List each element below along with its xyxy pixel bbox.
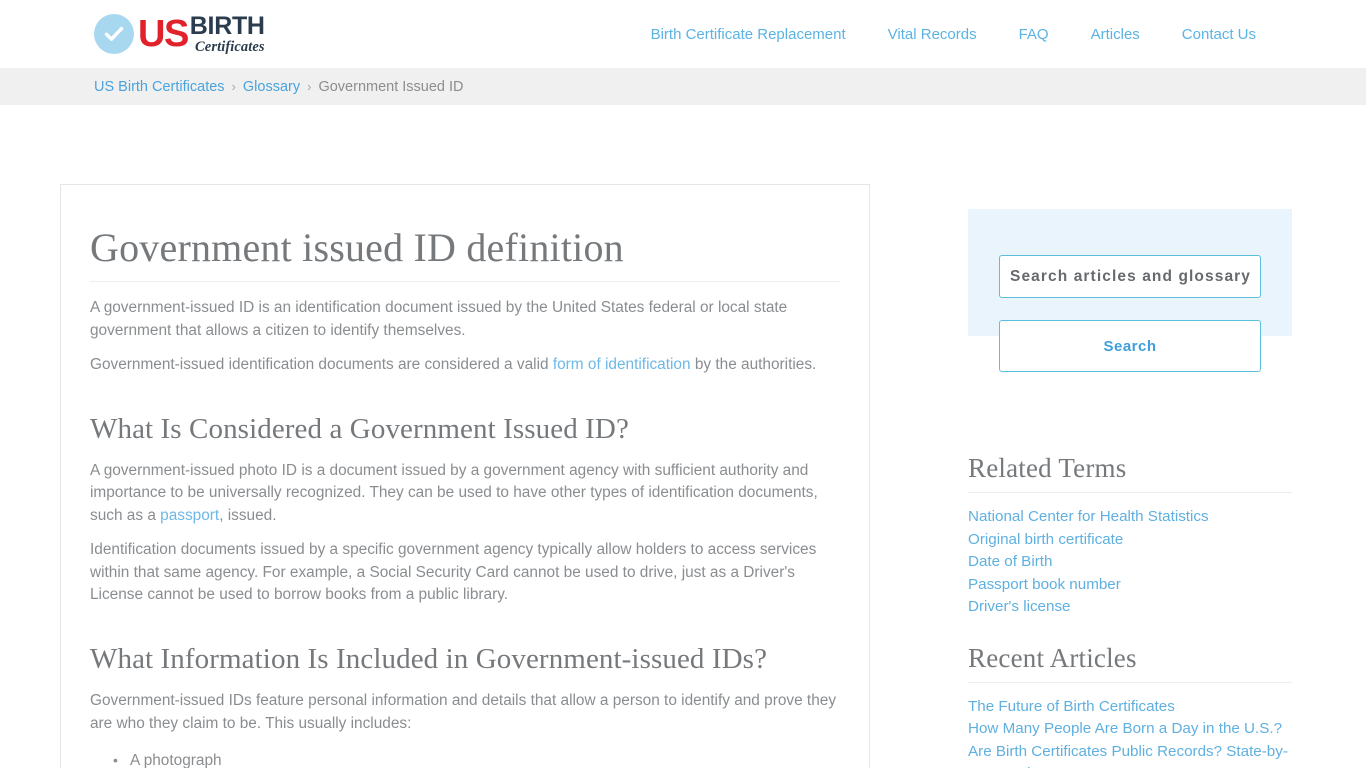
page-title: Government issued ID definition bbox=[90, 225, 840, 282]
breadcrumb-item-home[interactable]: US Birth Certificates bbox=[94, 79, 225, 95]
search-panel: Search bbox=[968, 209, 1292, 372]
main-navigation: Birth Certificate Replacement Vital Reco… bbox=[630, 0, 1272, 68]
intro-paragraph-2-post: by the authorities. bbox=[690, 356, 817, 373]
related-terms-section: Related Terms National Center for Health… bbox=[968, 453, 1292, 619]
id-information-list: A photograph Full name bbox=[90, 749, 840, 768]
logo-wordmark: US BIRTH Certificates bbox=[136, 11, 265, 55]
breadcrumb-item-glossary[interactable]: Glossary bbox=[243, 79, 300, 95]
list-item: Passport book number bbox=[968, 574, 1292, 597]
nav-item-vital-records[interactable]: Vital Records bbox=[867, 26, 998, 43]
list-item: The Future of Birth Certificates bbox=[968, 696, 1292, 719]
site-header: US BIRTH Certificates Birth Certificate … bbox=[0, 0, 1366, 68]
related-term-link[interactable]: Passport book number bbox=[968, 576, 1121, 593]
logo-birth-text: BIRTH bbox=[189, 11, 265, 40]
related-term-link[interactable]: Driver's license bbox=[968, 598, 1071, 615]
breadcrumb-separator-icon: › bbox=[231, 79, 236, 94]
link-passport[interactable]: passport bbox=[160, 507, 219, 524]
nav-item-articles[interactable]: Articles bbox=[1070, 26, 1161, 43]
sidebar: Search Related Terms National Center for… bbox=[968, 209, 1292, 768]
intro-paragraph-2: Government-issued identification documen… bbox=[90, 354, 840, 377]
list-item: A photograph bbox=[113, 749, 840, 768]
related-term-link[interactable]: Date of Birth bbox=[968, 553, 1052, 570]
nav-item-birth-certificate-replacement[interactable]: Birth Certificate Replacement bbox=[630, 26, 867, 43]
intro-paragraph-1: A government-issued ID is an identificat… bbox=[90, 299, 788, 339]
list-item: National Center for Health Statistics bbox=[968, 506, 1292, 529]
breadcrumb-item-current: Government Issued ID bbox=[318, 78, 464, 95]
related-term-link[interactable]: Original birth certificate bbox=[968, 531, 1123, 548]
recent-articles-list: The Future of Birth Certificates How Man… bbox=[968, 696, 1292, 768]
section-1-paragraph-2: Identification documents issued by a spe… bbox=[90, 541, 817, 604]
related-terms-list: National Center for Health Statistics Or… bbox=[968, 506, 1292, 619]
section-heading-what-information: What Information Is Included in Governme… bbox=[90, 642, 768, 675]
section-1-paragraph-1-post: , issued. bbox=[219, 506, 277, 524]
list-item: Original birth certificate bbox=[968, 529, 1292, 552]
recent-article-link[interactable]: How Many People Are Born a Day in the U.… bbox=[968, 720, 1282, 737]
search-button[interactable]: Search bbox=[999, 320, 1261, 372]
section-1-paragraph-1: A government-issued photo ID is a docume… bbox=[90, 460, 840, 528]
link-form-of-identification[interactable]: form of identification bbox=[553, 356, 691, 373]
section-heading-what-is-considered: What Is Considered a Government Issued I… bbox=[90, 412, 629, 445]
section-2-paragraph-1: Government-issued IDs feature personal i… bbox=[90, 692, 837, 732]
related-term-link[interactable]: National Center for Health Statistics bbox=[968, 508, 1209, 525]
site-logo[interactable]: US BIRTH Certificates bbox=[94, 11, 265, 57]
recent-articles-heading: Recent Articles bbox=[968, 643, 1292, 683]
logo-certificates-text: Certificates bbox=[195, 38, 265, 55]
search-input[interactable] bbox=[999, 255, 1261, 298]
breadcrumb: US Birth Certificates › Glossary › Gover… bbox=[0, 68, 1366, 105]
list-item: How Many People Are Born a Day in the U.… bbox=[968, 718, 1292, 741]
list-item: Are Birth Certificates Public Records? S… bbox=[968, 741, 1292, 768]
list-item: Date of Birth bbox=[968, 551, 1292, 574]
nav-item-faq[interactable]: FAQ bbox=[998, 26, 1070, 43]
check-circle-icon bbox=[94, 14, 134, 54]
recent-article-link[interactable]: Are Birth Certificates Public Records? S… bbox=[968, 743, 1288, 768]
logo-us-text: US bbox=[138, 13, 189, 55]
related-terms-heading: Related Terms bbox=[968, 453, 1292, 493]
recent-article-link[interactable]: The Future of Birth Certificates bbox=[968, 698, 1175, 715]
recent-articles-section: Recent Articles The Future of Birth Cert… bbox=[968, 643, 1292, 768]
article-content-card: Government issued ID definition A govern… bbox=[60, 184, 870, 768]
nav-item-contact-us[interactable]: Contact Us bbox=[1161, 26, 1272, 43]
breadcrumb-separator-icon: › bbox=[307, 79, 312, 94]
list-item: Driver's license bbox=[968, 596, 1292, 619]
intro-paragraph-2-pre: Government-issued identification documen… bbox=[90, 356, 553, 373]
